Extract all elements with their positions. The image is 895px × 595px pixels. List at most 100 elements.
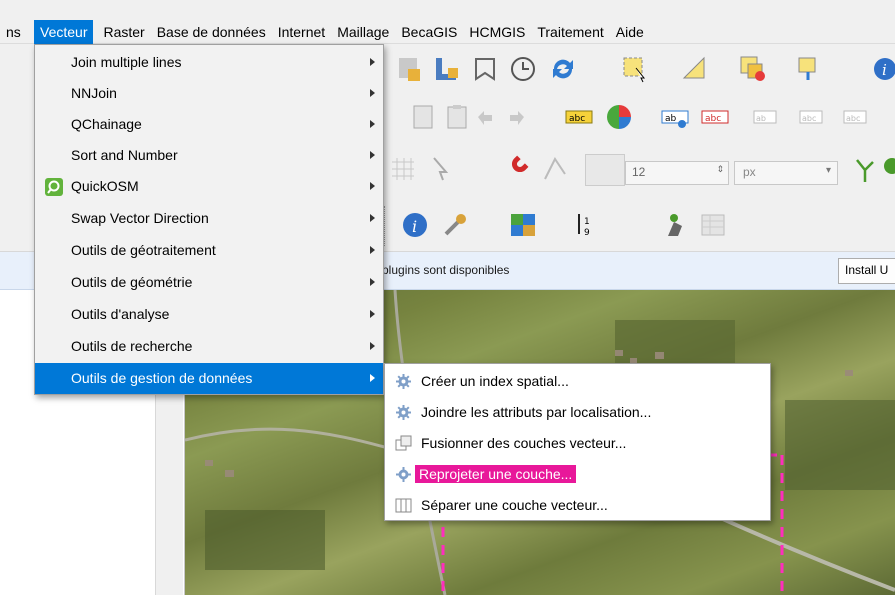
menubar: ns Vecteur Raster Base de données Intern… (0, 0, 895, 44)
submenu-arrow-icon (370, 58, 375, 66)
select-by-polygon-icon[interactable] (680, 54, 710, 84)
raster-tool-icon[interactable] (508, 210, 538, 240)
svg-text:ab: ab (665, 114, 677, 124)
menu-item-sort-and-number[interactable]: Sort and Number (35, 140, 383, 171)
menu-vecteur[interactable]: Vecteur (34, 20, 94, 44)
spinbox-arrows-icon[interactable]: ⇕ (716, 164, 724, 175)
menu-maillage[interactable]: Maillage (331, 20, 395, 44)
submenu-item-label: Fusionner des couches vecteur... (421, 435, 627, 451)
menu-item-join-multiple-lines[interactable]: Join multiple lines (35, 47, 383, 78)
topology-icon[interactable] (540, 154, 570, 184)
submenu-item-reprojeter-couche[interactable]: Reprojeter une couche... (385, 459, 770, 490)
deselect-icon[interactable] (738, 54, 768, 84)
submenu-arrow-icon (370, 182, 375, 190)
highlight-label-icon[interactable]: ab (660, 102, 690, 132)
menu-item-outils-geometrie[interactable]: Outils de géométrie (35, 267, 383, 298)
menu-item-quickosm[interactable]: QuickOSM (35, 171, 383, 202)
font-size-value: 12 (632, 165, 646, 179)
menu-base-de-donnees[interactable]: Base de données (151, 20, 272, 44)
menu-item-outils-recherche[interactable]: Outils de recherche (35, 331, 383, 362)
svg-text:i: i (882, 61, 887, 79)
menu-item-label: Outils de géotraitement (71, 242, 216, 258)
submenu-arrow-icon (370, 374, 375, 382)
menu-aide[interactable]: Aide (610, 20, 650, 44)
menu-item-label: Join multiple lines (71, 54, 182, 70)
bookmark-icon[interactable] (432, 54, 462, 84)
spin-arrows[interactable] (585, 154, 625, 186)
submenu-item-separer-couche[interactable]: Séparer une couche vecteur... (385, 490, 770, 521)
submenu-arrow-icon (370, 310, 375, 318)
tool-person-icon[interactable] (662, 210, 692, 240)
save-layer-icon[interactable] (408, 102, 438, 132)
submenu-arrow-icon (370, 120, 375, 128)
submenu-item-fusionner-couches[interactable]: Fusionner des couches vecteur... (385, 428, 770, 459)
install-updates-button[interactable]: Install U (838, 258, 895, 284)
svg-text:i: i (412, 217, 417, 236)
svg-text:1: 1 (584, 217, 590, 227)
unit-select[interactable]: px ▾ (734, 161, 838, 185)
table-icon[interactable] (698, 210, 728, 240)
new-layer-icon[interactable] (394, 54, 424, 84)
label-disabled-icon-2[interactable]: abc (798, 102, 828, 132)
menu-item-label: Sort and Number (71, 147, 178, 163)
svg-text:abc: abc (705, 114, 721, 124)
pin-label-icon[interactable]: abc (700, 102, 730, 132)
identify-icon[interactable]: i (400, 210, 430, 240)
menu-item-label: Outils de géométrie (71, 274, 193, 290)
label-icon[interactable]: abc (564, 102, 594, 132)
menu-becagis[interactable]: BecaGIS (395, 20, 463, 44)
label-disabled-icon-3[interactable]: abc (842, 102, 872, 132)
svg-text:ab: ab (756, 114, 766, 123)
menu-item-swap-vector-direction[interactable]: Swap Vector Direction (35, 203, 383, 234)
menu-item-label: Outils de recherche (71, 338, 193, 354)
menu-item-nnjoin[interactable]: NNJoin (35, 78, 383, 109)
sort-numeric-icon[interactable]: 19 (572, 210, 602, 240)
submenu-item-label: Séparer une couche vecteur... (421, 497, 608, 513)
spatial-bookmarks-icon[interactable] (470, 54, 500, 84)
leaf-icon[interactable] (882, 154, 895, 184)
identify-icon-top[interactable]: i (870, 54, 895, 84)
menu-hcmgis[interactable]: HCMGIS (463, 20, 531, 44)
magnet-icon[interactable] (500, 154, 530, 184)
diagram-icon[interactable] (604, 102, 634, 132)
notification-message: plugins sont disponibles (382, 263, 510, 277)
menu-plugins-partial[interactable]: ns (0, 20, 34, 44)
menu-internet[interactable]: Internet (272, 20, 331, 44)
font-size-input[interactable]: 12 ⇕ (625, 161, 729, 185)
submenu-arrow-icon (370, 342, 375, 350)
menu-item-outils-geotraitement[interactable]: Outils de géotraitement (35, 235, 383, 266)
menu-item-qchainage[interactable]: QChainage (35, 109, 383, 140)
menu-item-label: Outils de gestion de données (71, 370, 253, 386)
quickosm-icon (45, 178, 63, 196)
redo-icon[interactable] (502, 102, 532, 132)
submenu-arrow-icon (370, 278, 375, 286)
gear-icon (396, 374, 411, 389)
menu-item-outils-gestion-donnees[interactable]: Outils de gestion de données (35, 363, 383, 394)
menu-item-label: QChainage (71, 116, 142, 132)
split-layer-icon (395, 498, 412, 513)
submenu-item-label: Reprojeter une couche... (415, 459, 577, 490)
snapping-grid-icon[interactable] (388, 154, 418, 184)
cursor-dropdown-icon[interactable] (426, 154, 456, 184)
menu-raster[interactable]: Raster (97, 20, 150, 44)
svg-text:abc: abc (846, 114, 860, 123)
submenu-arrow-icon (370, 89, 375, 97)
menu-item-outils-analyse[interactable]: Outils d'analyse (35, 299, 383, 330)
submenu-item-joindre-attributs[interactable]: Joindre les attributs par localisation..… (385, 397, 770, 428)
submenu-item-creer-index-spatial[interactable]: Créer un index spatial... (385, 366, 770, 397)
submenu-item-label: Créer un index spatial... (421, 373, 569, 389)
menu-traitement[interactable]: Traitement (531, 20, 609, 44)
gestion-donnees-submenu: Créer un index spatial... Joindre les at… (384, 363, 771, 521)
select-feature-icon[interactable] (620, 54, 650, 84)
paste-icon[interactable] (442, 102, 472, 132)
clock-icon[interactable] (508, 54, 538, 84)
toolbar-separator (384, 206, 386, 246)
wrench-icon[interactable] (440, 210, 470, 240)
undo-icon[interactable] (470, 102, 500, 132)
submenu-arrow-icon (370, 151, 375, 159)
highlighted-label: Reprojeter une couche... (415, 465, 577, 483)
refresh-icon[interactable] (548, 54, 578, 84)
label-disabled-icon-1[interactable]: ab (752, 102, 782, 132)
select-by-value-icon[interactable] (796, 54, 826, 84)
tree-icon[interactable] (850, 154, 880, 184)
